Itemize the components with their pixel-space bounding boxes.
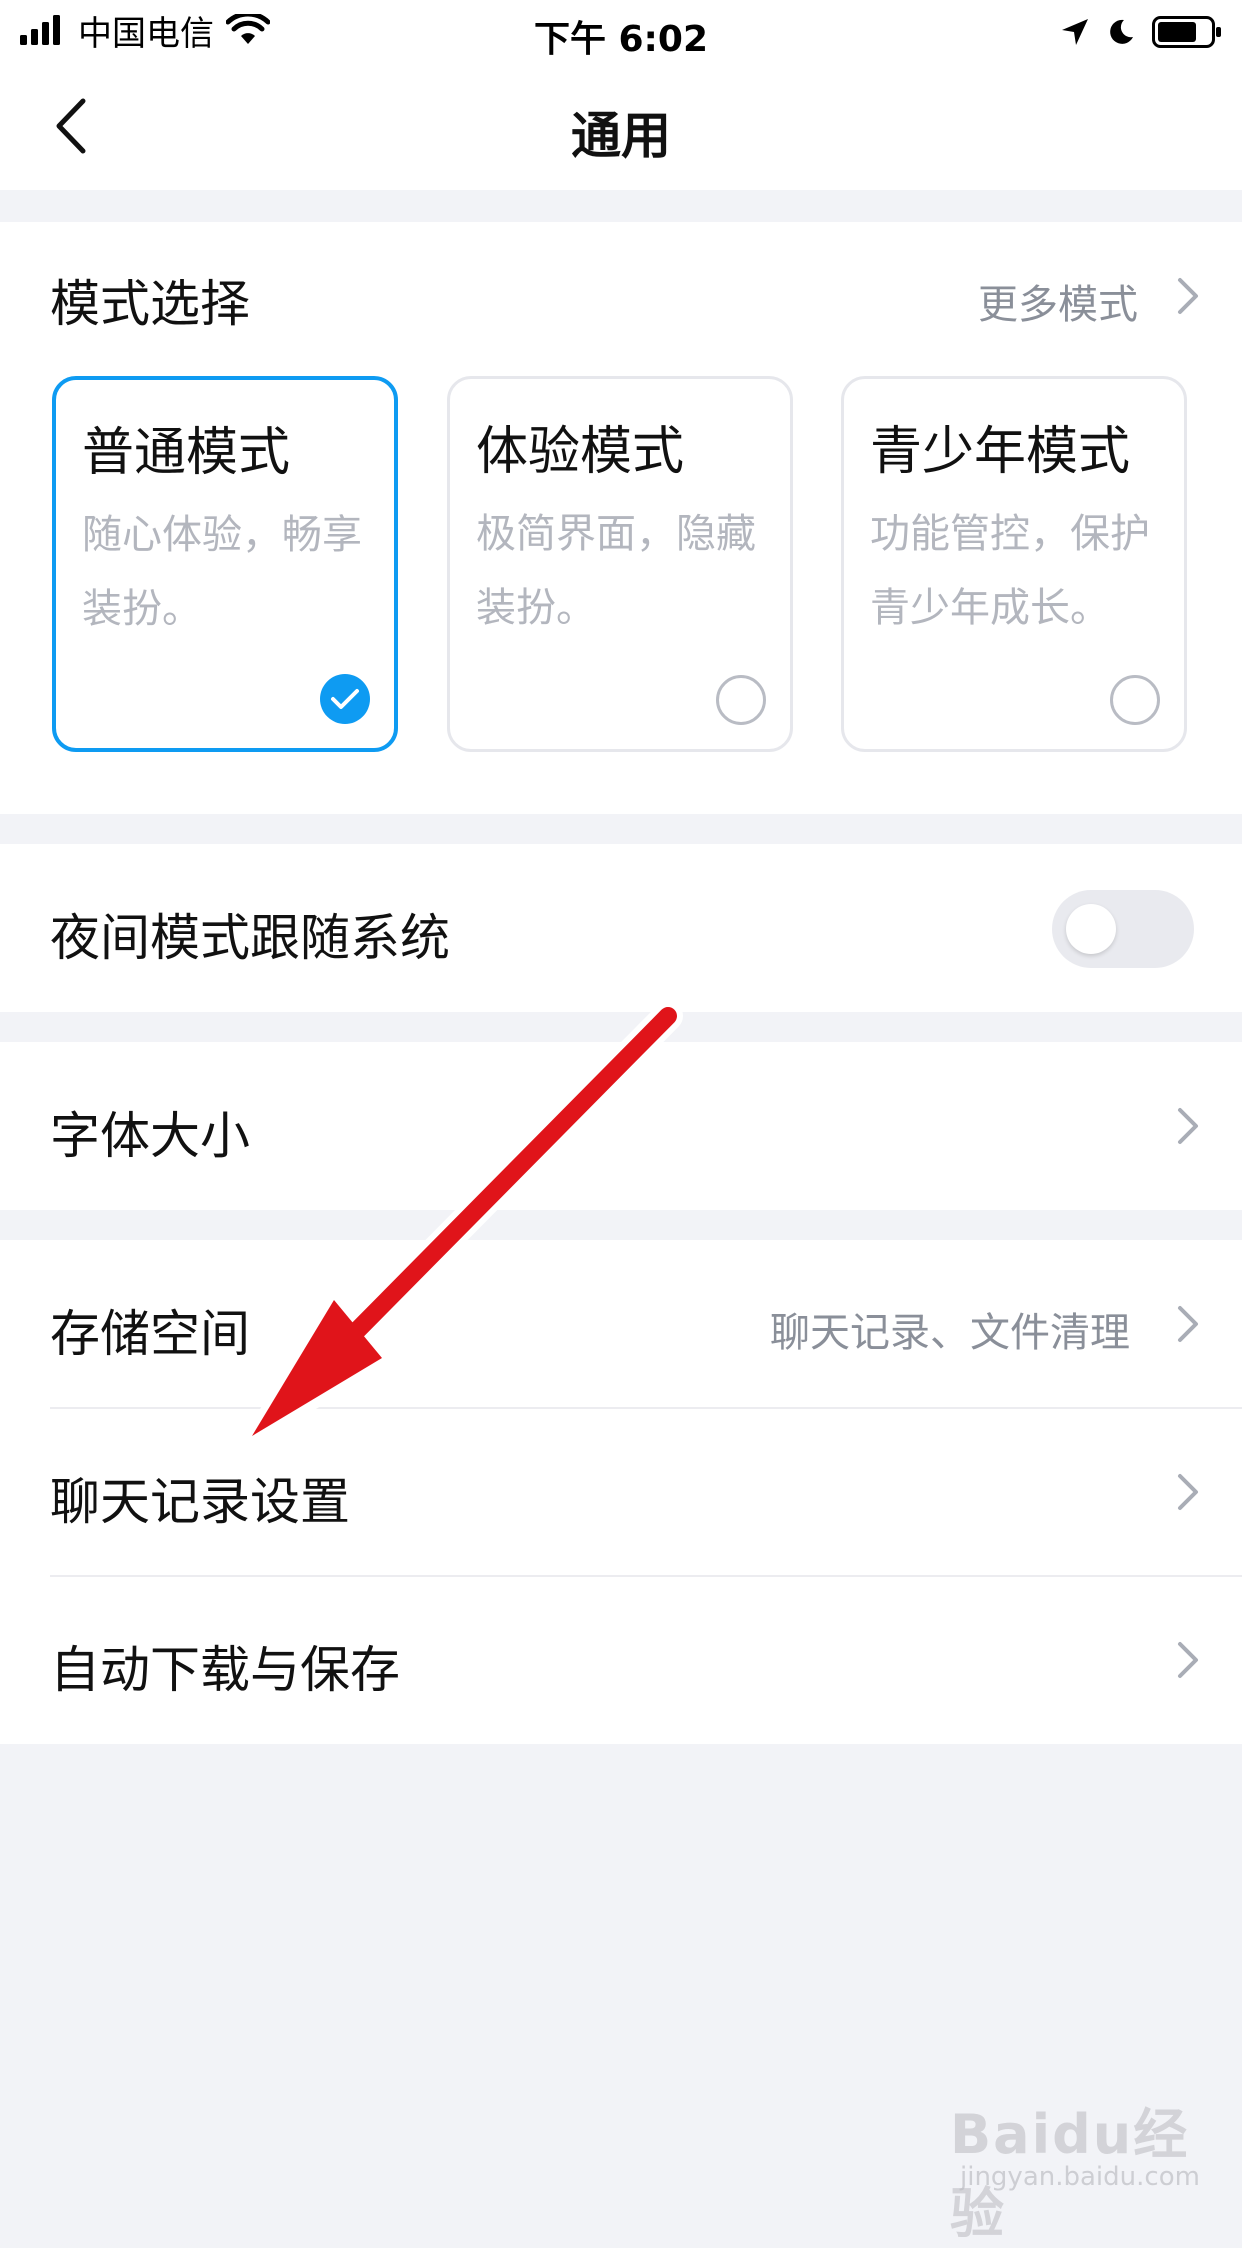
mode-section-title: 模式选择 xyxy=(50,275,250,333)
location-icon xyxy=(1062,19,1088,45)
chevron-right-icon xyxy=(1178,1642,1198,1678)
status-right xyxy=(1060,12,1222,52)
mode-description: 功能管控，保护 青少年成长。 xyxy=(870,497,1170,645)
storage-row[interactable]: 存储空间 聊天记录、文件清理 xyxy=(0,1240,1242,1408)
chat-history-row[interactable]: 聊天记录设置 xyxy=(0,1408,1242,1576)
night-mode-toggle[interactable] xyxy=(1052,890,1194,968)
radio-checked-icon[interactable] xyxy=(320,674,370,724)
mode-desc-line: 装扮。 xyxy=(82,586,202,632)
chevron-right-icon xyxy=(1178,278,1198,314)
mode-desc-line: 极简界面，隐藏 xyxy=(476,511,756,557)
chevron-right-icon xyxy=(1178,1306,1198,1342)
storage-label: 存储空间 xyxy=(50,1305,250,1363)
mode-title: 青少年模式 xyxy=(870,422,1131,482)
mode-description: 极简界面，隐藏 装扮。 xyxy=(476,497,776,645)
chevron-right-icon xyxy=(1178,1474,1198,1510)
mode-desc-line: 功能管控，保护 xyxy=(870,511,1150,557)
storage-group: 存储空间 聊天记录、文件清理 聊天记录设置 自动下载与保存 xyxy=(0,1240,1242,1744)
mode-title: 普通模式 xyxy=(82,423,291,483)
auto-download-row[interactable]: 自动下载与保存 xyxy=(0,1576,1242,1744)
mode-desc-line: 装扮。 xyxy=(476,585,596,631)
mode-card-normal[interactable]: 普通模式 随心体验，畅享 装扮。 xyxy=(52,376,398,752)
font-size-label: 字体大小 xyxy=(50,1107,250,1165)
baidu-watermark: Baidu经验 jingyan.baidu.com xyxy=(950,2070,1210,2245)
font-size-row[interactable]: 字体大小 xyxy=(0,1042,1242,1210)
nav-bar: 通用 xyxy=(0,62,1242,190)
chevron-right-icon xyxy=(1178,1108,1198,1144)
mode-card-teen[interactable]: 青少年模式 功能管控，保护 青少年成长。 xyxy=(841,376,1187,752)
watermark-url: jingyan.baidu.com xyxy=(960,2162,1200,2192)
auto-download-label: 自动下载与保存 xyxy=(50,1641,400,1699)
mode-title: 体验模式 xyxy=(476,422,685,482)
mode-description: 随心体验，畅享 装扮。 xyxy=(82,498,382,646)
moon-icon xyxy=(1110,19,1133,44)
status-time: 下午 6:02 xyxy=(533,19,709,60)
more-modes-label: 更多模式 xyxy=(978,282,1138,328)
mode-desc-line: 随心体验，畅享 xyxy=(82,512,362,558)
chat-history-label: 聊天记录设置 xyxy=(50,1473,350,1531)
radio-unchecked-icon[interactable] xyxy=(716,675,766,725)
radio-unchecked-icon[interactable] xyxy=(1110,675,1160,725)
page-title: 通用 xyxy=(571,107,671,165)
night-mode-label: 夜间模式跟随系统 xyxy=(50,909,450,967)
mode-card-experience[interactable]: 体验模式 极简界面，隐藏 装扮。 xyxy=(447,376,793,752)
toggle-knob xyxy=(1066,904,1116,954)
battery-icon xyxy=(1152,16,1221,48)
mode-desc-line: 青少年成长。 xyxy=(870,585,1110,631)
checkmark-icon xyxy=(331,689,359,709)
status-bar: 中国电信 下午 6:02 xyxy=(0,0,1242,62)
storage-value: 聊天记录、文件清理 xyxy=(770,1310,1130,1356)
more-modes-link[interactable]: 更多模式 xyxy=(902,266,1202,328)
